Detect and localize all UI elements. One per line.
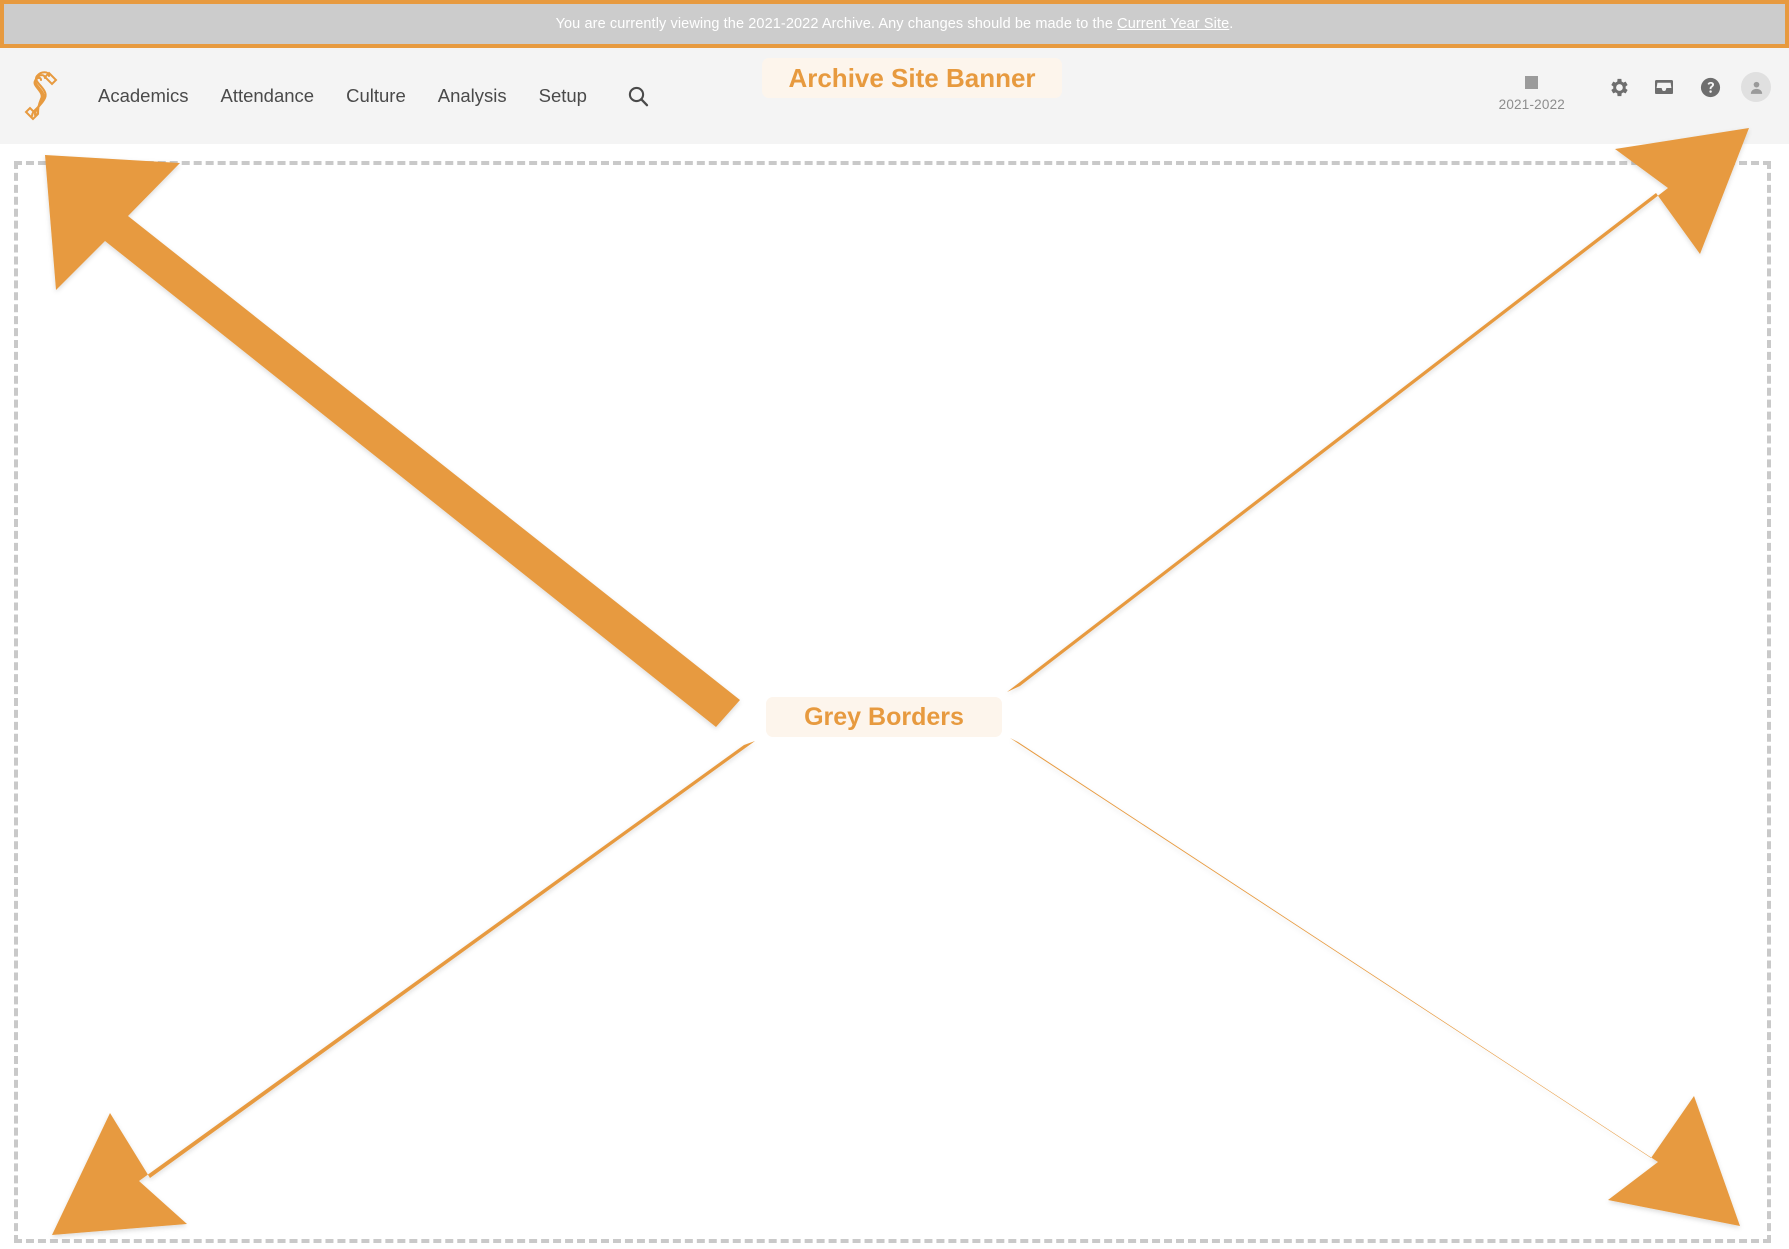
annotation-grey-borders: Grey Borders <box>766 697 1002 737</box>
nav-item-attendance[interactable]: Attendance <box>204 79 330 113</box>
inbox-icon[interactable] <box>1649 72 1679 102</box>
birthday-row-middle: 's Birthday is <box>1310 592 1409 613</box>
behavior-notes-heading: Behavior Notes <box>50 547 670 581</box>
birthday-row-middle: turns 17 <box>1286 884 1349 905</box>
birthday-row-when: this Saturday <box>1374 525 1476 546</box>
as-of-filter: AS OF 03/09/2023 <box>554 280 864 356</box>
absences-incidents-heading: Absences & Incidents <box>50 435 670 469</box>
search-icon[interactable] <box>625 83 651 109</box>
as-of-date-value: 03/09/2023 <box>571 321 825 342</box>
as-of-date-input[interactable]: 03/09/2023 <box>554 306 864 356</box>
student-birthdays-list: turns 18 tomorrowturns 17 this Saturdayt… <box>1106 793 1556 1163</box>
right-column: Staff Birthdays 's Birthday is this Satu… <box>1106 435 1556 1163</box>
annotation-archive-site-banner: Archive Site Banner <box>762 58 1062 98</box>
chevron-down-icon <box>481 322 503 341</box>
redacted-name <box>1181 887 1285 902</box>
staff-birthdays-list: 's Birthday is this Saturday's Birthday … <box>1106 501 1556 703</box>
birthday-row-middle: turns 18 <box>1286 817 1349 838</box>
avatar <box>1121 805 1165 849</box>
group-select[interactable]: No Option Selected <box>50 306 520 356</box>
birthday-row-text: turns 19 this Saturday <box>1181 951 1462 972</box>
birthday-row-middle: turns 19 <box>1292 951 1355 972</box>
birthday-row-when: 3/16 <box>1376 659 1410 680</box>
nav-item-culture[interactable]: Culture <box>330 79 422 113</box>
avatar <box>1121 1073 1165 1117</box>
nav-item-setup[interactable]: Setup <box>523 79 603 113</box>
student-birthday-row[interactable]: turns 19 this Thursday <box>1107 995 1555 1062</box>
birthday-row-text: turns 19 this Thursday <box>1181 1018 1471 1039</box>
avatar <box>1121 647 1165 691</box>
user-avatar-icon[interactable] <box>1741 72 1771 102</box>
group-filter: GROUP No Option Selected <box>50 280 520 356</box>
redacted-name <box>1181 1088 1277 1103</box>
archive-banner-text-before: You are currently viewing the 2021-2022 … <box>556 16 1118 32</box>
redacted-name <box>1181 1021 1297 1036</box>
archive-site-banner: You are currently viewing the 2021-2022 … <box>0 0 1789 48</box>
redacted-name <box>1181 595 1309 610</box>
birthday-row-middle: 's Birthday is <box>1270 525 1369 546</box>
birthday-row-text: 's Birthday is this Saturday <box>1181 525 1476 546</box>
student-birthday-row[interactable]: turns 17 this Saturday <box>1107 861 1555 928</box>
birthday-row-when: this Thursday <box>1366 1018 1471 1039</box>
student-birthday-row[interactable]: turns 19 this Saturday <box>1107 928 1555 995</box>
school-year-label: 2021-2022 <box>1499 97 1565 112</box>
redacted-name <box>1181 528 1269 543</box>
group-select-value: No Option Selected <box>67 321 481 342</box>
archive-banner-text: You are currently viewing the 2021-2022 … <box>556 16 1234 32</box>
birthday-row-text: turns 18 tomorrow <box>1181 817 1427 838</box>
student-birthday-row[interactable]: turns 18 this Tuesday <box>1107 1062 1555 1129</box>
nav-links: Academics Attendance Culture Analysis Se… <box>82 79 651 113</box>
group-filter-label: GROUP <box>50 280 520 295</box>
redacted-name <box>1181 954 1291 969</box>
student-birthdays-heading: Student Birthdays <box>1106 727 1556 761</box>
birthday-row-text: 's Birthday is this Wednesday <box>1181 592 1538 613</box>
redacted-name <box>1181 662 1271 677</box>
staff-birthdays-heading: Staff Birthdays <box>1106 435 1556 469</box>
birthday-row-middle: turns 18 <box>1278 1085 1341 1106</box>
left-column: Absences & Incidents Not a school day: s… <box>50 435 670 627</box>
avatar <box>1121 1129 1165 1163</box>
birthday-row-middle: 's Birthday is <box>1272 659 1371 680</box>
school-year-selector[interactable]: 2021-2022 <box>1499 66 1565 112</box>
app-root: You are currently viewing the 2021-2022 … <box>0 0 1789 1249</box>
staff-birthday-row[interactable]: 's Birthday is this Wednesday <box>1107 569 1555 636</box>
nav-right-controls: 2021-2022 <box>1499 66 1771 112</box>
schoolrunner-s-logo-icon[interactable] <box>18 68 64 124</box>
staff-birthday-row[interactable]: 's Birthday is this Saturday <box>1107 502 1555 569</box>
birthday-row-when: this Wednesday <box>1414 592 1538 613</box>
as-of-filter-label: AS OF <box>554 280 864 295</box>
birthday-row-when: this Tuesday <box>1346 1085 1444 1106</box>
nav-item-analysis[interactable]: Analysis <box>422 79 523 113</box>
avatar <box>1121 1006 1165 1050</box>
avatar <box>1121 872 1165 916</box>
avatar <box>1121 580 1165 624</box>
gear-icon[interactable] <box>1603 72 1633 102</box>
behavior-notes-body: Nothing to report. <box>50 607 670 627</box>
student-birthday-row[interactable] <box>1107 1129 1555 1163</box>
redacted-name <box>1181 820 1285 835</box>
birthday-row-when: this Saturday <box>1354 884 1456 905</box>
avatar <box>1121 939 1165 983</box>
page-title: Home <box>50 187 165 237</box>
square-swatch-icon <box>1525 76 1538 89</box>
question-circle-icon[interactable] <box>1695 72 1725 102</box>
birthday-row-text: turns 17 this Saturday <box>1181 884 1456 905</box>
archive-banner-text-after: . <box>1229 16 1233 32</box>
student-birthday-row[interactable]: turns 18 tomorrow <box>1107 794 1555 861</box>
birthday-row-text: 's Birthday is 3/16 <box>1181 659 1410 680</box>
birthday-row-middle: turns 19 <box>1298 1018 1361 1039</box>
current-year-site-link[interactable]: Current Year Site <box>1117 16 1229 32</box>
filter-bar: GROUP No Option Selected AS OF 03/09/202… <box>50 280 864 356</box>
staff-birthday-row[interactable]: 's Birthday is 3/16 <box>1107 636 1555 703</box>
birthday-row-when: tomorrow <box>1354 817 1427 838</box>
calendar-icon[interactable] <box>825 318 847 345</box>
birthday-row-text: turns 18 this Tuesday <box>1181 1085 1444 1106</box>
birthday-row-when: this Saturday <box>1360 951 1462 972</box>
avatar <box>1121 513 1165 557</box>
absences-incidents-body: Not a school day: school's out! <box>50 495 670 515</box>
nav-item-academics[interactable]: Academics <box>82 79 204 113</box>
